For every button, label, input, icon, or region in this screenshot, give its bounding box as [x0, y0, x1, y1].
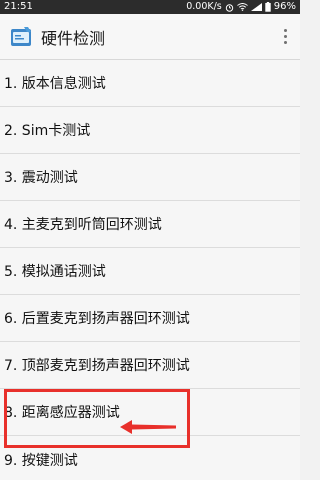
list-item-label: 3. 震动测试	[4, 170, 78, 186]
dot	[283, 35, 287, 38]
page-title: 硬件检测	[41, 28, 106, 48]
net-speed: 0.00K/s	[186, 1, 222, 12]
status-bar: 21:51 0.00K/s 96%	[0, 0, 300, 14]
dot	[283, 29, 287, 32]
list-item-label: 4. 主麦克到听筒回环测试	[4, 217, 162, 233]
signal-icon	[250, 3, 262, 11]
screen: 21:51 0.00K/s 96% 硬件检测 1. 版本信息测试 2. Sim卡…	[0, 0, 300, 480]
status-right: 0.00K/s 96%	[186, 0, 296, 14]
list-item-vibration-test[interactable]: 3. 震动测试	[0, 154, 300, 201]
list-item-main-mic-loopback-test[interactable]: 4. 主麦克到听筒回环测试	[0, 201, 300, 248]
dot	[283, 41, 287, 44]
overflow-menu-icon[interactable]	[278, 25, 292, 49]
list-item-label: 8. 距离感应器测试	[4, 405, 120, 421]
battery-level: 96%	[273, 1, 296, 12]
list-item-call-simulation-test[interactable]: 5. 模拟通话测试	[0, 248, 300, 295]
list-item-version-test[interactable]: 1. 版本信息测试	[0, 60, 300, 107]
list-item-label: 9. 按键测试	[4, 452, 78, 469]
list-item-label: 1. 版本信息测试	[4, 76, 106, 92]
list-item-sim-test[interactable]: 2. Sim卡测试	[0, 107, 300, 154]
alarm-icon	[225, 3, 233, 12]
status-left: 21:51	[4, 0, 33, 14]
list-item-top-mic-loopback-test[interactable]: 7. 顶部麦克到扬声器回环测试	[0, 342, 300, 389]
action-bar: 硬件检测	[0, 14, 300, 60]
wifi-icon	[236, 3, 248, 11]
list-item-rear-mic-loopback-test[interactable]: 6. 后置麦克到扬声器回环测试	[0, 295, 300, 342]
test-list: 1. 版本信息测试 2. Sim卡测试 3. 震动测试 4. 主麦克到听筒回环测…	[0, 60, 300, 480]
list-item-label: 2. Sim卡测试	[4, 123, 91, 139]
battery-icon	[265, 2, 271, 12]
list-item-key-test[interactable]: 9. 按键测试	[0, 436, 300, 480]
list-item-proximity-sensor-test[interactable]: 8. 距离感应器测试	[0, 389, 300, 436]
list-item-label: 5. 模拟通话测试	[4, 264, 106, 280]
hardware-check-icon	[11, 26, 31, 46]
status-time: 21:51	[4, 1, 33, 12]
list-item-label: 7. 顶部麦克到扬声器回环测试	[4, 358, 190, 374]
list-item-label: 6. 后置麦克到扬声器回环测试	[4, 311, 190, 327]
